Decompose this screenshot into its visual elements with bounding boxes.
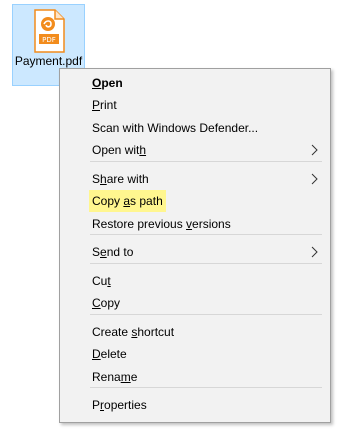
menu-item-label: Send to [92, 245, 134, 259]
menu-item-copy-as-path[interactable]: Copy as path [63, 190, 327, 212]
menu-item-create-shortcut[interactable]: Create shortcut [63, 321, 327, 343]
menu-item-label: Open [92, 76, 123, 90]
menu-item-label: Cut [92, 274, 111, 288]
menu-item-label: Create shortcut [92, 325, 175, 339]
menu-item-copy[interactable]: Copy [63, 292, 327, 314]
chevron-right-icon [311, 246, 318, 258]
menu-item-label: Print [92, 98, 117, 112]
pdf-badge-text: PDF [42, 36, 56, 44]
menu-separator [90, 161, 322, 162]
menu-item-print[interactable]: Print [63, 94, 327, 116]
menu-item-label: Scan with Windows Defender... [92, 121, 259, 135]
menu-item-label: Restore previous versions [92, 217, 231, 231]
menu-item-open-with[interactable]: Open with [63, 139, 327, 161]
menu-item-open[interactable]: Open [63, 72, 327, 94]
menu-item-send-to[interactable]: Send to [63, 241, 327, 263]
menu-item-label: Properties [92, 398, 147, 412]
menu-separator [90, 314, 322, 315]
menu-item-properties[interactable]: Properties [63, 394, 327, 416]
menu-separator [90, 387, 322, 388]
pdf-file-icon: PDF [33, 9, 65, 53]
menu-item-scan-defender[interactable]: Scan with Windows Defender... [63, 117, 327, 139]
menu-item-label: Copy as path [89, 190, 166, 212]
chevron-right-icon [311, 173, 318, 185]
menu-item-label: Rename [92, 370, 138, 384]
chevron-right-icon [311, 144, 318, 156]
menu-item-label: Share with [92, 172, 149, 186]
menu-item-share-with[interactable]: Share with [63, 168, 327, 190]
menu-item-rename[interactable]: Rename [63, 366, 327, 388]
file-name-label: Payment.pdf [14, 54, 83, 68]
menu-item-label: Copy [92, 296, 121, 310]
menu-item-restore-previous-versions[interactable]: Restore previous versions [63, 213, 327, 235]
menu-separator [90, 263, 322, 264]
menu-item-label: Delete [92, 347, 127, 361]
menu-item-label: Open with [92, 143, 147, 157]
context-menu: Open Print Scan with Windows Defender... Op… [59, 68, 331, 423]
menu-item-cut[interactable]: Cut [63, 270, 327, 292]
menu-separator [90, 234, 322, 235]
menu-item-delete[interactable]: Delete [63, 343, 327, 365]
